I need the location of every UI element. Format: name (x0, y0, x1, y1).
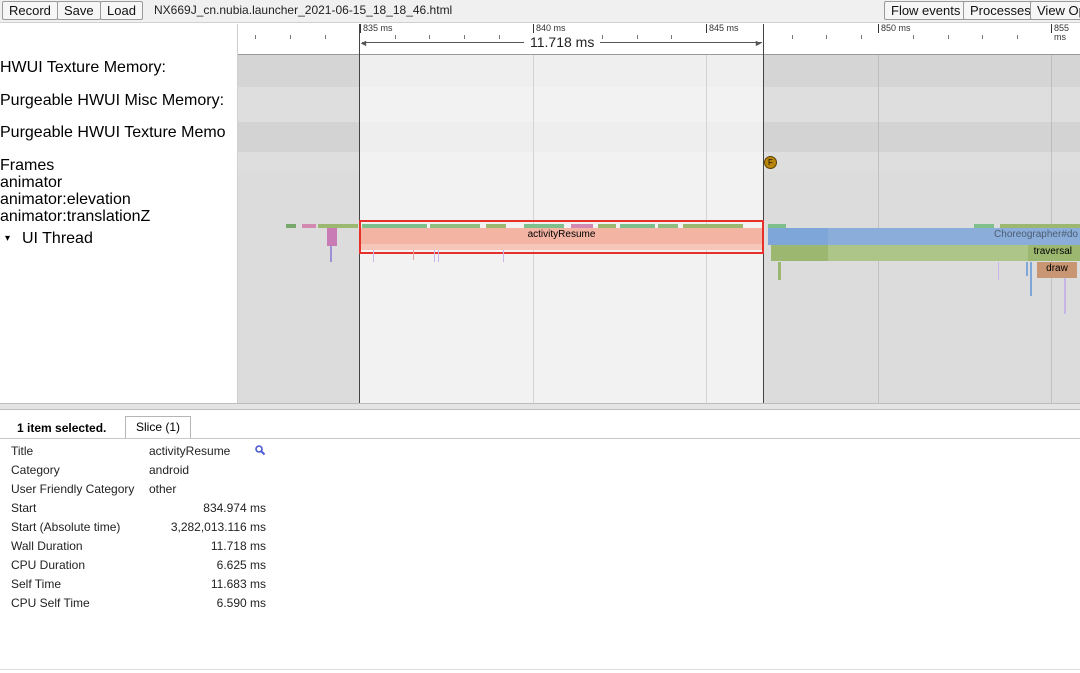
track-label-purgeable-hwui-misc-memory: Purgeable HWUI Misc Memory: (0, 92, 225, 109)
flow-events-button[interactable]: Flow events (884, 1, 968, 20)
timeline-area[interactable]: 835 ms 840 ms 845 ms 850 ms 855 ms ◄ ► 1… (238, 24, 1080, 403)
collapse-icon[interactable]: ▾ (5, 233, 10, 244)
track-labels: HWUI Texture Memory: Purgeable HWUI Misc… (0, 24, 238, 403)
slice-draw[interactable]: draw (1037, 262, 1077, 278)
row-value-wall-duration: 11.718 ms (210, 539, 266, 553)
track-label-animator-translationz: animator:translationZ (0, 208, 151, 225)
track-label-animator: animator (0, 174, 63, 191)
ruler-tick: 835 ms (360, 24, 393, 33)
analysis-panel: 1 item selected. Slice (1) Title activit… (0, 410, 1080, 673)
row-value-category: android (149, 463, 190, 477)
ruler-tick: 840 ms (533, 24, 566, 33)
row-label-cpu-duration: CPU Duration (11, 558, 86, 572)
row-label-cpu-self-time: CPU Self Time (11, 596, 90, 610)
row-label-self-time: Self Time (11, 577, 62, 591)
save-button[interactable]: Save (57, 1, 101, 20)
track-label-animator-elevation: animator:elevation (0, 191, 131, 208)
track-label-frames: Frames (0, 157, 55, 174)
processes-button[interactable]: Processes (963, 1, 1038, 20)
row-value-user-friendly-category: other (149, 482, 177, 496)
search-icon[interactable] (254, 444, 266, 459)
row-value-self-time: 11.683 ms (210, 577, 266, 591)
toolbar: Record Save Load NX669J_cn.nubia.launche… (0, 0, 1080, 23)
row-value-cpu-duration: 6.625 ms (216, 558, 266, 572)
track-label-ui-thread[interactable]: UI Thread (22, 230, 93, 248)
load-button[interactable]: Load (100, 1, 143, 20)
row-label-user-friendly-category: User Friendly Category (11, 482, 135, 496)
tab-slice[interactable]: Slice (1) (125, 416, 192, 438)
range-duration-label: 11.718 ms (524, 34, 601, 50)
selection-highlight (359, 220, 764, 254)
ruler-tick: 850 ms (878, 24, 911, 33)
ruler-tick: 855 ms (1051, 24, 1080, 42)
row-label-start: Start (11, 501, 37, 515)
selection-count: 1 item selected. (17, 421, 107, 435)
row-label-wall-duration: Wall Duration (11, 539, 83, 553)
track-label-hwui-texture-memory: HWUI Texture Memory: (0, 59, 166, 76)
row-value-title: activityResume (149, 444, 231, 458)
frame-marker-icon[interactable]: F (764, 156, 777, 169)
trace-filename: NX669J_cn.nubia.launcher_2021-06-15_18_1… (154, 3, 453, 17)
track-label-purgeable-hwui-texture-memory: Purgeable HWUI Texture Memo (0, 124, 226, 141)
view-options-button[interactable]: View Op (1030, 1, 1080, 20)
row-label-category: Category (11, 463, 60, 477)
row-value-start-absolute: 3,282,013.116 ms (170, 520, 266, 534)
row-label-start-absolute: Start (Absolute time) (11, 520, 121, 534)
row-value-start: 834.974 ms (203, 501, 266, 515)
row-value-cpu-self-time: 6.590 ms (216, 596, 266, 610)
ruler-tick: 845 ms (706, 24, 739, 33)
record-button[interactable]: Record (2, 1, 58, 20)
panel-resize-handle[interactable] (0, 403, 1080, 410)
row-label-title: Title (11, 444, 34, 458)
